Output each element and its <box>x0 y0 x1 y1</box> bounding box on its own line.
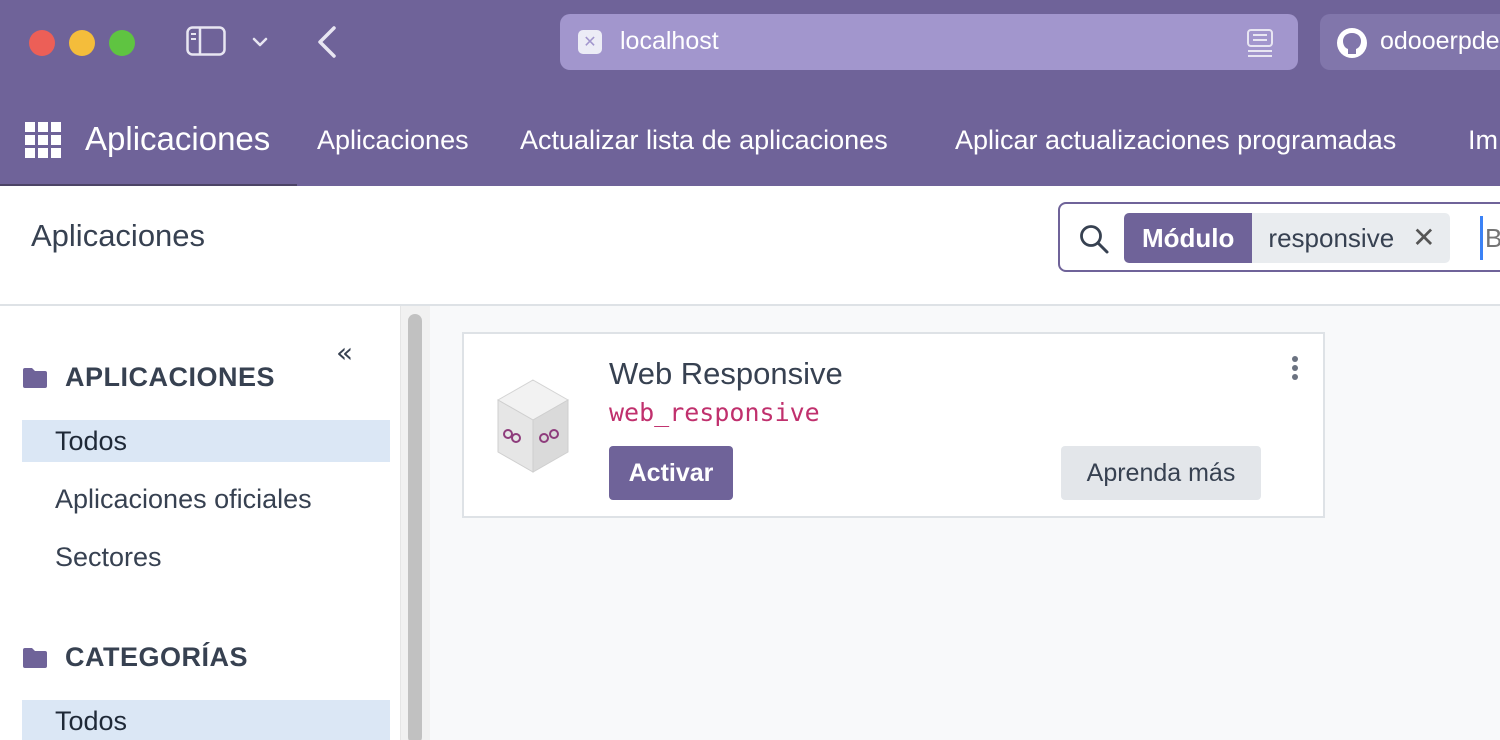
nav-item-apply-updates[interactable]: Aplicar actualizaciones programadas <box>955 125 1396 156</box>
github-icon <box>1337 28 1367 58</box>
tab-title: odooerpde <box>1380 27 1500 55</box>
control-panel: Aplicaciones Módulo responsive ✕ <box>0 186 1500 306</box>
url-text: localhost <box>620 27 719 55</box>
facet-value: responsive <box>1268 223 1395 253</box>
address-bar[interactable]: ✕ localhost <box>560 14 1298 70</box>
chevron-down-icon[interactable] <box>248 30 272 54</box>
facet-value-container: responsive ✕ <box>1252 213 1450 263</box>
filter-item-todos[interactable]: Todos <box>22 420 390 462</box>
search-bar[interactable]: Módulo responsive ✕ <box>1058 202 1500 272</box>
section-title: APLICACIONES <box>65 362 276 392</box>
module-card[interactable]: Web Responsive web_responsive Activar Ap… <box>462 332 1325 518</box>
section-header-aplicaciones: APLICACIONES <box>22 362 275 393</box>
sidebar-toggle-icon[interactable] <box>186 26 226 56</box>
section-header-categorias: CATEGORÍAS <box>22 642 248 673</box>
side-panel: « APLICACIONES Todos Aplicaciones oficia… <box>0 306 430 740</box>
side-panel-scrollbar[interactable] <box>400 306 430 740</box>
browser-toolbar: ✕ localhost odooerpde <box>0 0 1500 88</box>
browser-tab-github[interactable]: odooerpde <box>1320 14 1500 70</box>
facet-label: Módulo <box>1124 213 1253 263</box>
module-name: Web Responsive <box>609 356 843 391</box>
module-technical-name: web_responsive <box>609 398 820 427</box>
search-facet: Módulo responsive ✕ <box>1124 213 1450 263</box>
navbar-brand[interactable]: Aplicaciones <box>85 120 270 158</box>
app-menu-icon[interactable] <box>25 122 61 158</box>
nav-item-import[interactable]: Im <box>1468 125 1498 156</box>
filter-item-official-apps[interactable]: Aplicaciones oficiales <box>22 478 390 520</box>
filter-item-sectors[interactable]: Sectores <box>22 536 390 578</box>
nav-item-update-list[interactable]: Actualizar lista de aplicaciones <box>520 125 888 156</box>
main-navbar: Aplicaciones Aplicaciones Actualizar lis… <box>0 88 1500 186</box>
site-favicon-icon: ✕ <box>578 30 602 54</box>
activate-button[interactable]: Activar <box>609 446 733 500</box>
folder-icon <box>23 367 47 388</box>
more-options-icon[interactable] <box>1289 354 1301 384</box>
close-icon[interactable]: ✕ <box>1412 213 1435 263</box>
category-item-todos[interactable]: Todos <box>22 700 390 740</box>
back-arrow-icon[interactable] <box>312 24 342 60</box>
reader-view-icon[interactable] <box>1246 28 1274 58</box>
minimize-window-button[interactable] <box>69 30 95 56</box>
search-icon[interactable] <box>1078 223 1110 255</box>
search-input[interactable] <box>1480 216 1500 260</box>
collapse-sidebar-icon[interactable]: « <box>336 336 353 369</box>
breadcrumb: Aplicaciones <box>31 218 206 253</box>
folder-icon <box>23 647 47 668</box>
section-title: CATEGORÍAS <box>65 642 249 672</box>
maximize-window-button[interactable] <box>109 30 135 56</box>
module-box-icon <box>496 379 570 473</box>
nav-item-aplicaciones[interactable]: Aplicaciones <box>317 125 469 156</box>
scrollbar-thumb[interactable] <box>408 314 422 740</box>
close-window-button[interactable] <box>29 30 55 56</box>
learn-more-button[interactable]: Aprenda más <box>1061 446 1261 500</box>
